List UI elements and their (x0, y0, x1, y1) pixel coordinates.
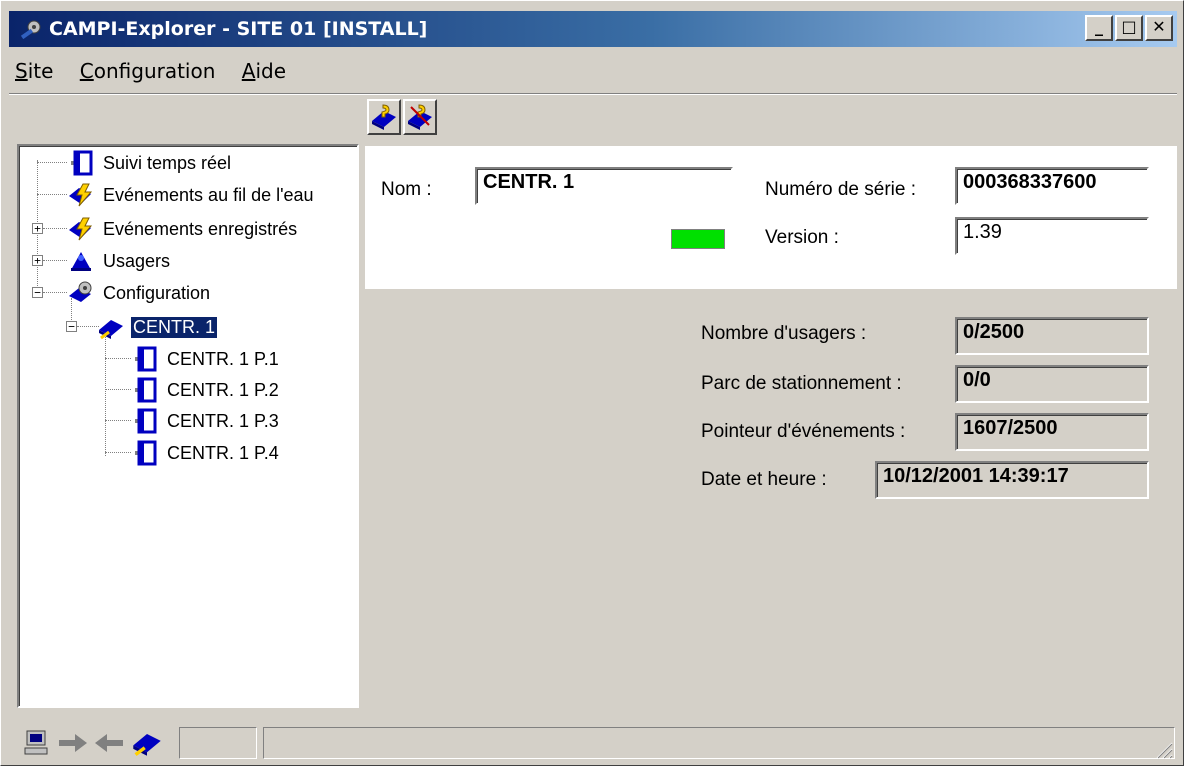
nombre-usagers-field: 0/2500 (955, 317, 1149, 355)
parc-stationnement-field: 0/0 (955, 365, 1149, 403)
status-pane-main (263, 727, 1175, 759)
tree-connector (77, 326, 99, 327)
arrow-right-icon (59, 734, 87, 752)
toolbar-button-connect[interactable] (367, 99, 401, 135)
tree-connector (105, 389, 131, 390)
title-bar[interactable]: CAMPI-Explorer - SITE 01 [INSTALL] _ □ ✕ (9, 11, 1177, 47)
menu-aide[interactable]: Aide (240, 55, 288, 87)
tree-expand-button[interactable]: + (32, 223, 43, 234)
menu-site[interactable]: Site (13, 55, 55, 87)
tree-connector (43, 260, 67, 261)
app-window: CAMPI-Explorer - SITE 01 [INSTALL] _ □ ✕… (0, 0, 1184, 766)
version-field[interactable]: 1.39 (955, 217, 1149, 255)
tree-expand-button[interactable]: + (32, 255, 43, 266)
central-icon (99, 320, 123, 340)
computer-icon (24, 730, 48, 755)
central-disconnect-icon (408, 104, 432, 130)
nom-field[interactable]: CENTR. 1 (475, 167, 733, 205)
tree-connector (43, 228, 67, 229)
door-icon (135, 408, 157, 434)
door-icon (71, 150, 93, 176)
date-heure-field: 10/12/2001 14:39:17 (875, 461, 1149, 499)
menu-configuration[interactable]: Configuration (78, 55, 218, 87)
numero-serie-label: Numéro de série : (765, 179, 917, 200)
tree-item-evenements-enregistres[interactable]: Evénements enregistrés (67, 214, 299, 244)
status-indicator (671, 229, 725, 249)
tree-connector (105, 332, 106, 456)
arrow-left-icon (95, 734, 123, 752)
door-icon (135, 377, 157, 403)
central-connect-icon (372, 104, 396, 130)
tree-item-evenements-fil-eau[interactable]: Evénements au fil de l'eau (67, 180, 316, 210)
nombre-usagers-label: Nombre d'usagers : (701, 323, 867, 344)
central-icon (133, 734, 161, 756)
status-pane (179, 727, 257, 759)
door-icon (135, 346, 157, 372)
pointeur-evenements-field: 1607/2500 (955, 413, 1149, 451)
tree-item-centr-1-p2[interactable]: CENTR. 1 P.2 (131, 375, 281, 405)
version-label: Version : (765, 227, 839, 248)
nom-label: Nom : (381, 179, 432, 200)
resize-grip-icon[interactable] (1153, 739, 1173, 759)
navigation-tree[interactable]: + + − − Suivi temps réel Evénements au f… (17, 144, 359, 708)
tree-item-centr-1-p3[interactable]: CENTR. 1 P.3 (131, 406, 281, 436)
tree-connector (37, 194, 67, 195)
date-heure-label: Date et heure : (701, 469, 827, 490)
tree-connector (105, 420, 131, 421)
tree-item-centr-1-p4[interactable]: CENTR. 1 P.4 (131, 438, 281, 468)
tree-item-centr-1-p1[interactable]: CENTR. 1 P.1 (131, 344, 281, 374)
lightning-icon (69, 183, 93, 207)
tree-item-centr-1[interactable]: CENTR. 1 (97, 312, 219, 342)
tree-item-configuration[interactable]: Configuration (67, 278, 212, 308)
app-key-icon (20, 20, 41, 40)
numero-serie-field[interactable]: 000368337600 (955, 167, 1149, 205)
toolbar-button-info[interactable] (403, 99, 437, 135)
lightning-icon (69, 217, 93, 241)
pointeur-evenements-label: Pointeur d'événements : (701, 421, 906, 442)
tree-connector (37, 162, 67, 163)
parc-stationnement-label: Parc de stationnement : (701, 373, 902, 394)
tree-connector (105, 452, 131, 453)
status-bar (9, 723, 1177, 761)
tree-collapse-button[interactable]: − (32, 287, 43, 298)
tree-item-suivi-temps-reel[interactable]: Suivi temps réel (67, 148, 233, 178)
close-button[interactable]: ✕ (1145, 15, 1173, 41)
tree-item-usagers[interactable]: Usagers (67, 246, 172, 276)
maximize-button[interactable]: □ (1115, 15, 1143, 41)
users-icon (71, 252, 91, 271)
menu-separator (9, 93, 1177, 95)
menu-bar: Site Configuration Aide (13, 55, 304, 89)
minimize-button[interactable]: _ (1085, 15, 1113, 41)
tree-connector (105, 358, 131, 359)
tree-collapse-button[interactable]: − (66, 321, 77, 332)
tree-connector (43, 292, 67, 293)
door-icon (135, 440, 157, 466)
config-icon (69, 281, 92, 302)
window-title: CAMPI-Explorer - SITE 01 [INSTALL] (49, 18, 428, 40)
